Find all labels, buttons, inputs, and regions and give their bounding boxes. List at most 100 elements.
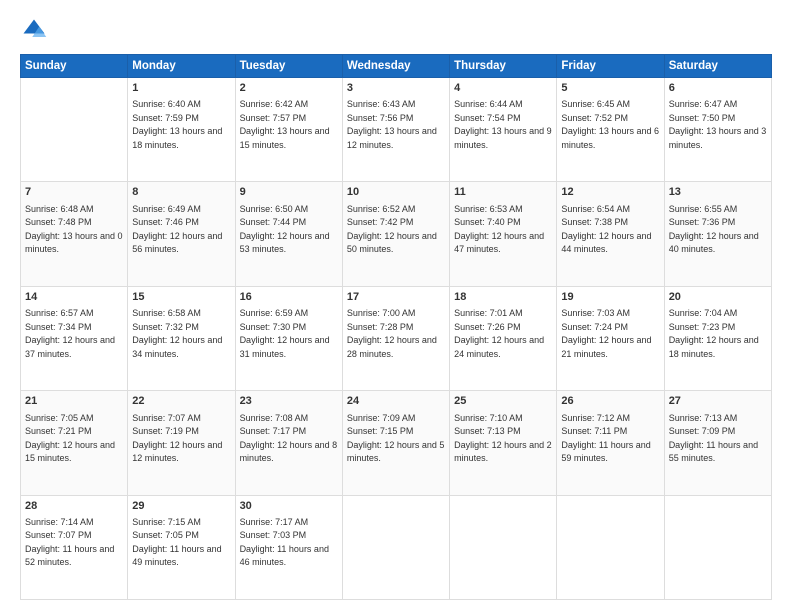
calendar-week-1: 1Sunrise: 6:40 AMSunset: 7:59 PMDaylight… (21, 78, 772, 182)
calendar-cell (21, 78, 128, 182)
calendar-cell: 14Sunrise: 6:57 AMSunset: 7:34 PMDayligh… (21, 286, 128, 390)
calendar-cell: 24 Sunrise: 7:09 AMSunset: 7:15 PMDayligh… (342, 391, 449, 495)
day-number: 1 (132, 81, 230, 96)
calendar-cell: 13Sunrise: 6:55 AMSunset: 7:36 PMDayligh… (664, 182, 771, 286)
calendar-week-3: 14Sunrise: 6:57 AMSunset: 7:34 PMDayligh… (21, 286, 772, 390)
day-number: 25 (454, 394, 552, 409)
day-info: Sunrise: 6:53 AMSunset: 7:40 PMDaylight:… (454, 203, 552, 257)
day-info: Sunrise: 6:49 AMSunset: 7:46 PMDaylight:… (132, 203, 230, 257)
calendar-cell: 28 Sunrise: 7:14 AMSunset: 7:07 PMDayligh… (21, 495, 128, 599)
day-number: 12 (561, 185, 659, 200)
calendar-cell: 15 Sunrise: 6:58 AMSunset: 7:32 PMDayligh… (128, 286, 235, 390)
calendar-cell: 3Sunrise: 6:43 AMSunset: 7:56 PMDaylight… (342, 78, 449, 182)
day-number: 2 (240, 81, 338, 96)
calendar-cell: 8 Sunrise: 6:49 AMSunset: 7:46 PMDaylight… (128, 182, 235, 286)
calendar-cell: 16 Sunrise: 6:59 AMSunset: 7:30 PMDayligh… (235, 286, 342, 390)
day-info: Sunrise: 7:12 AMSunset: 7:11 PMDaylight:… (561, 412, 659, 466)
day-number: 29 (132, 499, 230, 514)
calendar-cell (557, 495, 664, 599)
day-info: Sunrise: 7:01 AMSunset: 7:26 PMDaylight:… (454, 307, 552, 361)
calendar-header-thursday: Thursday (450, 55, 557, 78)
day-info: Sunrise: 7:03 AMSunset: 7:24 PMDaylight:… (561, 307, 659, 361)
day-info: Sunrise: 6:50 AMSunset: 7:44 PMDaylight:… (240, 203, 338, 257)
day-info: Sunrise: 7:07 AMSunset: 7:19 PMDaylight:… (132, 412, 230, 466)
day-info: Sunrise: 6:48 AMSunset: 7:48 PMDaylight:… (25, 203, 123, 257)
calendar-header-wednesday: Wednesday (342, 55, 449, 78)
calendar-cell: 25 Sunrise: 7:10 AMSunset: 7:13 PMDayligh… (450, 391, 557, 495)
calendar-cell: 22Sunrise: 7:07 AMSunset: 7:19 PMDayligh… (128, 391, 235, 495)
calendar-week-4: 21Sunrise: 7:05 AMSunset: 7:21 PMDayligh… (21, 391, 772, 495)
calendar-cell: 4 Sunrise: 6:44 AMSunset: 7:54 PMDaylight… (450, 78, 557, 182)
day-number: 28 (25, 499, 123, 514)
calendar-cell: 29 Sunrise: 7:15 AMSunset: 7:05 PMDayligh… (128, 495, 235, 599)
day-number: 7 (25, 185, 123, 200)
day-info: Sunrise: 6:42 AMSunset: 7:57 PMDaylight:… (240, 98, 338, 152)
calendar-cell: 19 Sunrise: 7:03 AMSunset: 7:24 PMDayligh… (557, 286, 664, 390)
calendar-cell: 6Sunrise: 6:47 AMSunset: 7:50 PMDaylight… (664, 78, 771, 182)
calendar-cell: 21Sunrise: 7:05 AMSunset: 7:21 PMDayligh… (21, 391, 128, 495)
day-info: Sunrise: 6:45 AMSunset: 7:52 PMDaylight:… (561, 98, 659, 152)
day-number: 17 (347, 290, 445, 305)
calendar-cell: 11 Sunrise: 6:53 AMSunset: 7:40 PMDayligh… (450, 182, 557, 286)
day-info: Sunrise: 7:10 AMSunset: 7:13 PMDaylight:… (454, 412, 552, 466)
day-number: 21 (25, 394, 123, 409)
calendar-header-tuesday: Tuesday (235, 55, 342, 78)
calendar-header-friday: Friday (557, 55, 664, 78)
day-number: 6 (669, 81, 767, 96)
day-info: Sunrise: 7:13 AMSunset: 7:09 PMDaylight:… (669, 412, 767, 466)
day-number: 11 (454, 185, 552, 200)
day-info: Sunrise: 6:57 AMSunset: 7:34 PMDaylight:… (25, 307, 123, 361)
day-info: Sunrise: 7:14 AMSunset: 7:07 PMDaylight:… (25, 516, 123, 570)
day-number: 26 (561, 394, 659, 409)
calendar-header-sunday: Sunday (21, 55, 128, 78)
day-number: 24 (347, 394, 445, 409)
day-info: Sunrise: 6:44 AMSunset: 7:54 PMDaylight:… (454, 98, 552, 152)
calendar-cell: 2 Sunrise: 6:42 AMSunset: 7:57 PMDaylight… (235, 78, 342, 182)
calendar-table: SundayMondayTuesdayWednesdayThursdayFrid… (20, 54, 772, 600)
day-number: 10 (347, 185, 445, 200)
calendar-cell: 7 Sunrise: 6:48 AMSunset: 7:48 PMDaylight… (21, 182, 128, 286)
day-number: 15 (132, 290, 230, 305)
day-number: 4 (454, 81, 552, 96)
day-info: Sunrise: 7:00 AMSunset: 7:28 PMDaylight:… (347, 307, 445, 361)
calendar-cell: 18Sunrise: 7:01 AMSunset: 7:26 PMDayligh… (450, 286, 557, 390)
day-info: Sunrise: 6:52 AMSunset: 7:42 PMDaylight:… (347, 203, 445, 257)
logo-icon (20, 16, 48, 44)
header (20, 16, 772, 44)
calendar-cell: 27 Sunrise: 7:13 AMSunset: 7:09 PMDayligh… (664, 391, 771, 495)
day-info: Sunrise: 6:58 AMSunset: 7:32 PMDaylight:… (132, 307, 230, 361)
day-info: Sunrise: 7:17 AMSunset: 7:03 PMDaylight:… (240, 516, 338, 570)
calendar-cell: 20 Sunrise: 7:04 AMSunset: 7:23 PMDayligh… (664, 286, 771, 390)
day-info: Sunrise: 6:43 AMSunset: 7:56 PMDaylight:… (347, 98, 445, 152)
day-info: Sunrise: 7:15 AMSunset: 7:05 PMDaylight:… (132, 516, 230, 570)
day-number: 16 (240, 290, 338, 305)
day-number: 19 (561, 290, 659, 305)
day-info: Sunrise: 6:54 AMSunset: 7:38 PMDaylight:… (561, 203, 659, 257)
day-info: Sunrise: 7:09 AMSunset: 7:15 PMDaylight:… (347, 412, 445, 466)
day-info: Sunrise: 7:08 AMSunset: 7:17 PMDaylight:… (240, 412, 338, 466)
logo (20, 16, 50, 44)
day-info: Sunrise: 7:04 AMSunset: 7:23 PMDaylight:… (669, 307, 767, 361)
day-number: 8 (132, 185, 230, 200)
calendar-header-row: SundayMondayTuesdayWednesdayThursdayFrid… (21, 55, 772, 78)
day-number: 27 (669, 394, 767, 409)
day-number: 20 (669, 290, 767, 305)
calendar-cell: 12 Sunrise: 6:54 AMSunset: 7:38 PMDayligh… (557, 182, 664, 286)
calendar-cell: 26 Sunrise: 7:12 AMSunset: 7:11 PMDayligh… (557, 391, 664, 495)
day-number: 23 (240, 394, 338, 409)
day-number: 5 (561, 81, 659, 96)
calendar-cell: 9 Sunrise: 6:50 AMSunset: 7:44 PMDaylight… (235, 182, 342, 286)
calendar-week-2: 7 Sunrise: 6:48 AMSunset: 7:48 PMDaylight… (21, 182, 772, 286)
day-info: Sunrise: 6:59 AMSunset: 7:30 PMDaylight:… (240, 307, 338, 361)
calendar-cell: 23 Sunrise: 7:08 AMSunset: 7:17 PMDayligh… (235, 391, 342, 495)
day-number: 13 (669, 185, 767, 200)
calendar-cell: 30 Sunrise: 7:17 AMSunset: 7:03 PMDayligh… (235, 495, 342, 599)
calendar-cell: 5 Sunrise: 6:45 AMSunset: 7:52 PMDaylight… (557, 78, 664, 182)
day-number: 9 (240, 185, 338, 200)
day-number: 30 (240, 499, 338, 514)
calendar-cell (664, 495, 771, 599)
calendar-cell (450, 495, 557, 599)
calendar-header-monday: Monday (128, 55, 235, 78)
calendar-cell: 17 Sunrise: 7:00 AMSunset: 7:28 PMDayligh… (342, 286, 449, 390)
page: SundayMondayTuesdayWednesdayThursdayFrid… (0, 0, 792, 612)
